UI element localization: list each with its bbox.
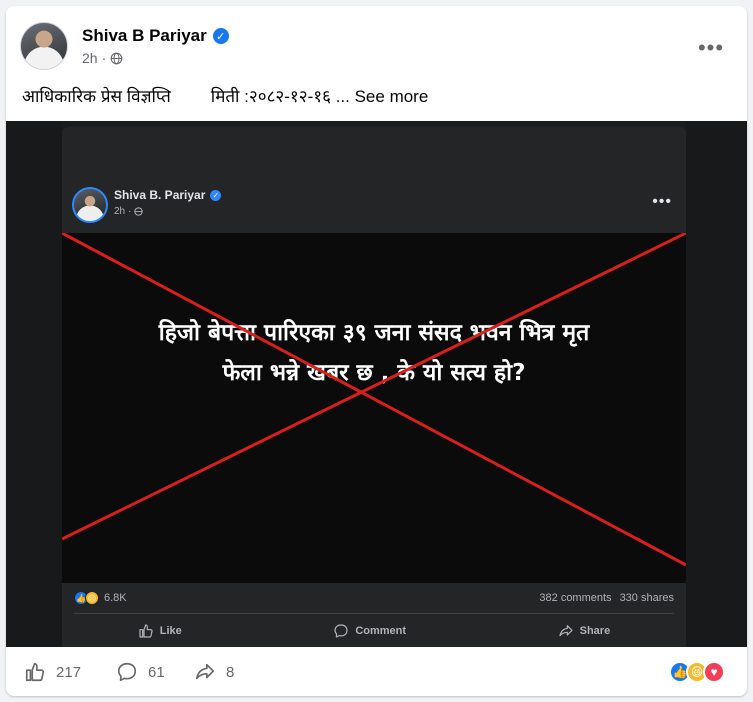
embedded-shares-count: 330 shares [619, 592, 674, 604]
post-header: Shiva B Pariyar ✓ 2h · ••• [20, 22, 733, 74]
embedded-actions: Like Comment Share [62, 617, 686, 645]
red-cross-overlay [62, 233, 686, 567]
post-media[interactable]: Shiva B. Pariyar ✓ 2h · ••• हिजो बेपत्ता… [6, 121, 747, 647]
embedded-thumbs-up-icon [139, 624, 153, 638]
post-card: Shiva B Pariyar ✓ 2h · ••• आधिकारिक प्रे… [6, 6, 747, 696]
embedded-share-action: Share [558, 623, 611, 639]
comment-count: 61 [148, 663, 165, 681]
embedded-counts: 382 comments 330 shares [539, 592, 674, 604]
meta-separator: · [101, 50, 107, 66]
embedded-share-icon [559, 625, 573, 637]
globe-icon [110, 52, 123, 64]
like-count: 217 [56, 663, 82, 681]
embedded-verified-icon: ✓ [210, 189, 222, 201]
embedded-more-icon: ••• [652, 193, 672, 210]
embedded-share-label: Share [579, 625, 611, 637]
embedded-reaction-count: 6.8K [104, 592, 127, 604]
author-row: Shiva B Pariyar ✓ [82, 26, 229, 46]
embedded-divider [74, 613, 674, 614]
post-meta: 2h · [82, 50, 123, 66]
red-cross-line-1 [62, 233, 686, 567]
post-text-ellipsis: ... [335, 87, 350, 106]
post-footer: 217 61 8 👍 😆 ♥ [6, 647, 747, 696]
verified-icon: ✓ [212, 28, 229, 44]
post-text-title: आधिकारिक प्रेस विज्ञप्ति [22, 87, 171, 106]
share-count: 8 [226, 663, 235, 681]
embedded-comment-action: Comment [333, 623, 406, 639]
author-name[interactable]: Shiva B Pariyar [82, 26, 207, 46]
embedded-meta: 2h · [114, 206, 144, 217]
embedded-post-header: Shiva B. Pariyar ✓ 2h · ••• [62, 179, 686, 233]
embedded-reactions: 👍 ☹ 6.8K [74, 591, 127, 605]
more-options-button[interactable]: ••• [693, 30, 729, 66]
embedded-sad-reaction-icon: ☹ [85, 591, 99, 605]
embedded-like-label: Like [159, 625, 182, 637]
post-timestamp[interactable]: 2h [82, 50, 98, 66]
like-button[interactable]: 217 [24, 661, 81, 683]
red-cross-line-2 [62, 233, 686, 541]
avatar[interactable] [20, 22, 68, 70]
love-reaction-icon: ♥ [703, 661, 725, 683]
thumbs-up-icon [25, 662, 45, 682]
reactions-summary[interactable]: 👍 😆 ♥ [669, 661, 725, 683]
comment-icon [117, 662, 137, 682]
embedded-comment-label: Comment [355, 625, 407, 637]
share-button[interactable]: 8 [194, 661, 234, 683]
comment-button[interactable]: 61 [116, 661, 165, 683]
embedded-author-name: Shiva B. Pariyar [114, 188, 206, 202]
post-text: आधिकारिक प्रेस विज्ञप्ति मिती :२०८२-१२-१६… [22, 84, 428, 107]
share-icon [195, 663, 215, 680]
post-text-date: मिती :२०८२-१२-१६ [210, 87, 331, 106]
embedded-like-action: Like [138, 623, 182, 639]
embedded-comments-count: 382 comments [539, 592, 612, 604]
embedded-avatar [72, 187, 108, 223]
see-more-link[interactable]: See more [355, 87, 429, 106]
embedded-comment-icon [334, 624, 348, 638]
embedded-screenshot: Shiva B. Pariyar ✓ 2h · ••• हिजो बेपत्ता… [62, 179, 686, 647]
embedded-globe-icon [134, 207, 144, 216]
embedded-timestamp: 2h [114, 206, 126, 217]
embedded-footer: 👍 ☹ 6.8K 382 comments 330 shares Like Co… [62, 583, 686, 647]
embedded-author-row: Shiva B. Pariyar ✓ [114, 188, 222, 202]
more-horizontal-icon: ••• [697, 35, 725, 60]
screenshot-top-bar [62, 127, 686, 179]
